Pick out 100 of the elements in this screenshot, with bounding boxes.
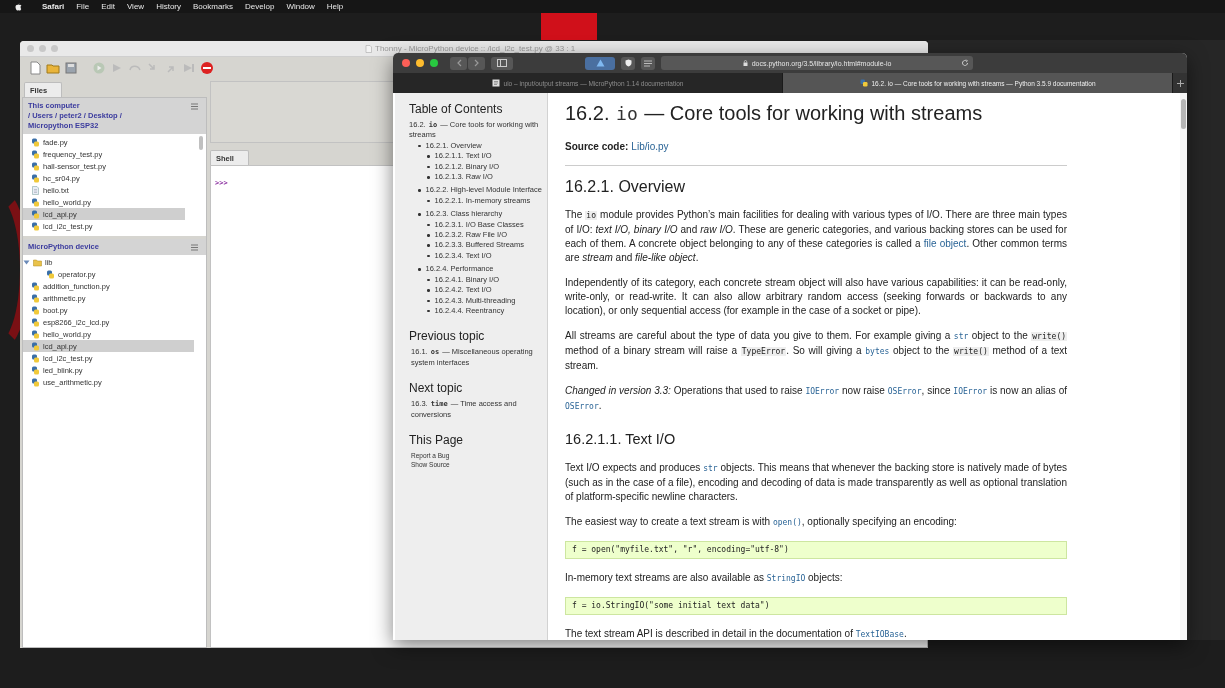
sidebar-icon [497,59,507,67]
triangle-icon [595,59,605,67]
paragraph: The io module provides Python’s main facilities for dealing with various types of I/O. There are three main types of I/O: text I/O, binary I/O and raw I/O. These are generic categories, and various backing stores can be used for each of them. A concrete object belonging to any of these categories is called a file object. Other common terms are stream and file-like object. [565,208,1067,265]
menu-icon [191,244,198,251]
bullet-icon [418,144,421,148]
close-button[interactable] [402,59,410,67]
new-file-icon[interactable] [28,61,42,75]
bullet-icon [418,213,421,216]
python-file-icon [31,305,40,315]
bullet-icon [427,199,430,203]
tab-icon [859,79,868,87]
python-file-icon [31,341,40,351]
bullet-icon [427,176,430,179]
sidebar-button[interactable] [491,56,513,70]
python-file-icon [31,161,40,171]
python-file-icon [31,197,40,207]
code-link[interactable]: OSError [887,387,922,396]
code-link[interactable]: IOError [805,387,840,396]
code-link[interactable]: str [953,332,969,341]
bullet-icon [427,278,430,282]
menu-item[interactable]: Develop [245,2,275,11]
bullet-icon [427,223,430,227]
document-icon [365,44,372,53]
menu-item[interactable]: View [126,2,145,11]
python-file-icon [31,173,40,183]
link[interactable]: Lib/io.py [631,141,669,152]
reader-button[interactable] [641,56,655,70]
bullet-icon [427,234,430,237]
logo-icon [14,2,22,11]
code-block: f = open("myfile.txt", "r", encoding="utf-8") [565,541,1067,559]
run-icon[interactable] [92,61,106,75]
menu-item[interactable]: File [76,2,90,11]
python-file-icon [31,329,40,339]
plus-icon [1176,79,1184,87]
paragraph: In-memory text streams are also available as StringIO objects: [565,571,844,585]
sidebar-heading: Table of Contents [409,102,504,116]
bullet-icon [427,165,430,169]
python-file-icon [31,377,40,387]
paragraph: Source code: Lib/io.py [565,140,670,154]
reload-icon [961,59,969,67]
python-file-icon [31,221,40,231]
back-button[interactable] [450,56,467,70]
minimize-button[interactable] [416,59,424,67]
stop-icon[interactable] [200,61,214,75]
menu-item[interactable]: Edit [101,2,115,11]
python-file-icon [31,353,40,363]
menu-item[interactable]: Window [286,2,315,11]
menu-item[interactable]: Bookmarks [193,2,234,11]
open-folder-icon[interactable] [46,61,60,75]
paragraph: Independently of its category, each concrete stream object will also have various capabilities: it can be read-only, write-only, or read-write. It can also allow arbitrary random access (seeking forwards or backwards to any location), or only sequential access (for example in the case of a socket or pipe). [565,276,1067,318]
sidebar-heading: This Page [409,432,465,447]
bullet-icon [418,189,421,192]
code-link[interactable]: str [703,464,718,473]
menu-item[interactable]: Help [326,2,344,11]
lock-icon [742,60,748,66]
bullet-icon [427,155,430,158]
extension-button[interactable] [585,56,615,70]
bullet-icon [427,244,430,247]
python-file-icon [46,269,55,279]
folder-icon [33,257,42,267]
python-file-icon [31,281,40,291]
bullet-icon [427,254,430,258]
tab-icon [491,79,500,87]
reader-icon [644,59,652,67]
python-file-icon [31,149,40,159]
sidebar-heading: Previous topic [409,329,486,344]
save-icon[interactable] [64,61,78,75]
code-link[interactable]: OSError [565,402,599,411]
paragraph: Changed in version 3.3: Operations that used to raise IOError now raise OSError, since IOError is now an alias of OSError. [565,384,1067,413]
code-link[interactable]: IOError [953,387,988,396]
shield-icon [624,59,632,67]
python-file-icon [31,317,40,327]
code-link[interactable]: open() [772,518,802,527]
expand-arrow-icon[interactable] [23,258,30,266]
code-link[interactable]: TextIOBase [855,630,904,639]
menu-item[interactable]: History [156,2,181,11]
bullet-icon [427,309,430,313]
sidebar-heading: Next topic [409,381,464,396]
code-block: f = io.StringIO("some initial text data") [565,597,1067,615]
bullet-icon [427,299,430,302]
menu-icon [191,103,198,110]
forward-button[interactable] [468,56,485,70]
new-tab-button[interactable] [1173,73,1187,93]
menu-item[interactable]: Safari [42,2,65,11]
python-file-icon [31,365,40,375]
zoom-button[interactable] [430,59,438,67]
paragraph: All streams are careful about the type of data you give to them. For example giving a str object to the write() method of a binary stream will raise a TypeError. So will giving a bytes object to the write() method of a text stream. [565,329,1067,373]
privacy-button[interactable] [621,56,635,70]
code-link[interactable]: StringIO [766,574,806,583]
bullet-icon [427,289,430,292]
text-file-icon [31,185,40,195]
code-link[interactable]: bytes [865,347,890,356]
wallpaper-shape [541,13,597,40]
scrollbar-thumb[interactable] [1181,99,1186,129]
paragraph: The easiest way to create a text stream is with open(), optionally specifying an encoding: [565,515,958,529]
paragraph: Text I/O expects and produces str objects. This means that whenever the backing store is natively made of bytes (such as in the case of a file), encoding and decoding of data is made transparently as well as optional translation of platform-specific newline characters. [565,461,1067,504]
section-heading: 16.2.1.1. Text I/O [565,430,677,449]
scrollbar-thumb[interactable] [199,136,203,150]
paragraph: The text stream API is described in detail in the documentation of TextIOBase. [565,627,908,640]
bullet-icon [418,268,421,271]
